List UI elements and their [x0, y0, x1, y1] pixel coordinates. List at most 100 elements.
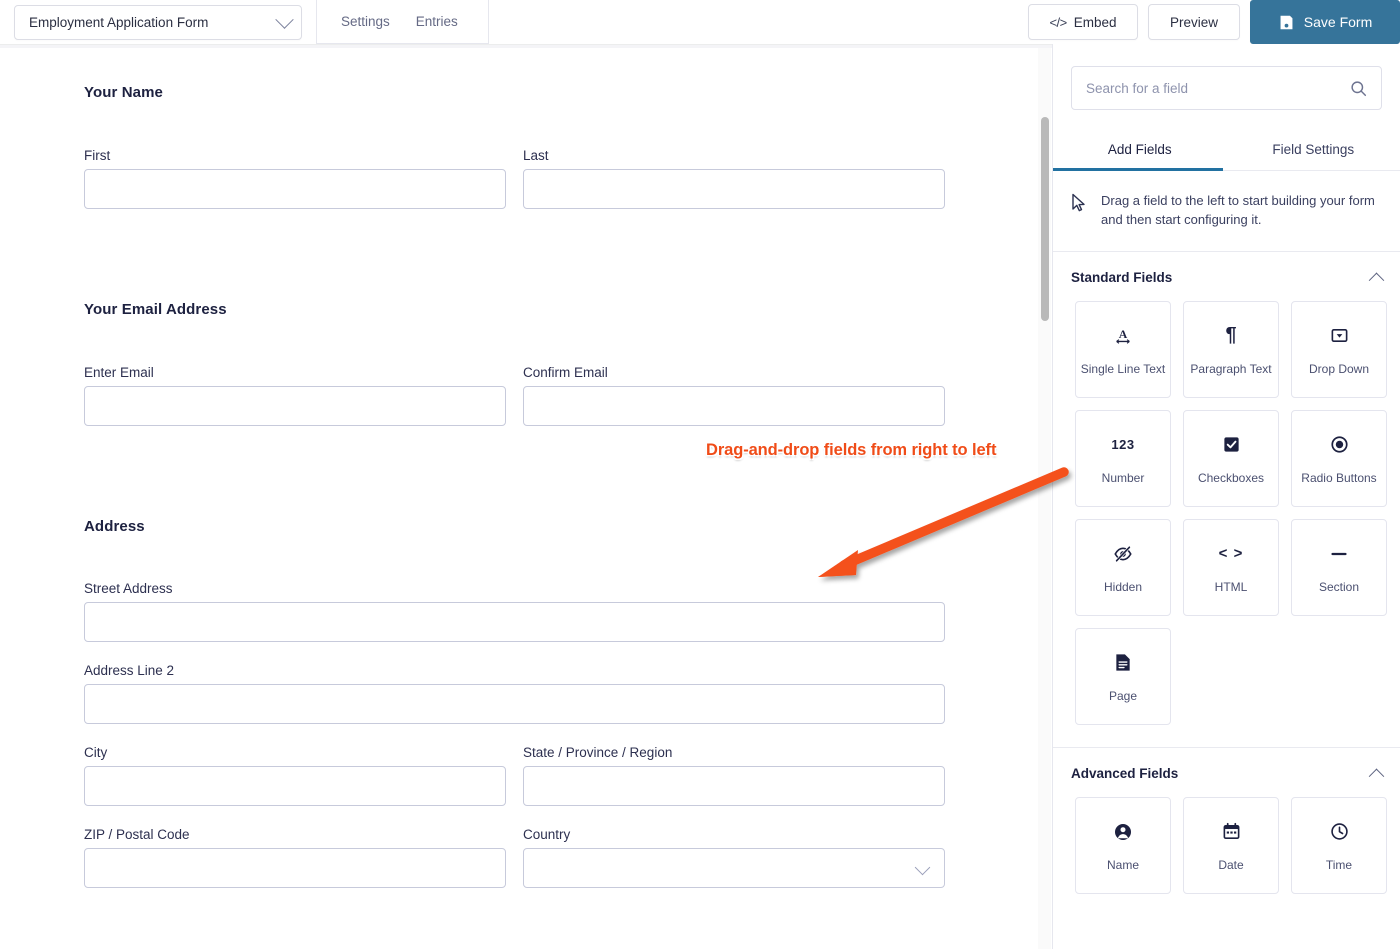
- field-card-time[interactable]: Time: [1291, 797, 1387, 894]
- first-name-input[interactable]: [84, 169, 506, 209]
- field-card-single-line-text[interactable]: A Single Line Text: [1075, 301, 1171, 398]
- active-tab-underline: [1053, 168, 1223, 171]
- zip-postal-code-input[interactable]: [84, 848, 506, 888]
- save-form-button[interactable]: Save Form: [1250, 0, 1400, 44]
- country-select[interactable]: [523, 848, 945, 888]
- header-actions: </> Embed Preview Save Form: [1028, 0, 1400, 44]
- standard-fields-grid: A Single Line Text ¶ Paragraph Text Drop…: [1053, 301, 1400, 725]
- field-panel: Add Fields Field Settings Drag a field t…: [1052, 44, 1400, 949]
- confirm-email-input[interactable]: [523, 386, 945, 426]
- field-card-name[interactable]: Name: [1075, 797, 1171, 894]
- horizontal-rule-icon: [1329, 542, 1349, 566]
- radio-selected-icon: [1330, 433, 1349, 457]
- header-spacer: [489, 0, 1028, 44]
- field-card-radio-buttons[interactable]: Radio Buttons: [1291, 410, 1387, 507]
- field-label: ZIP / Postal Code: [84, 827, 190, 842]
- field-label: Last: [523, 148, 549, 163]
- field-card-label: Number: [1101, 470, 1145, 485]
- section-title: Your Email Address: [84, 301, 227, 318]
- field-label: Enter Email: [84, 365, 154, 380]
- chevron-down-icon: [275, 9, 294, 29]
- field-enter-email: Enter Email: [84, 365, 506, 426]
- eye-slash-icon: [1113, 542, 1133, 566]
- chevron-up-icon[interactable]: [1368, 272, 1385, 289]
- svg-text:A: A: [1119, 326, 1128, 340]
- clock-icon: [1330, 820, 1349, 844]
- embed-button-label: Embed: [1073, 14, 1117, 30]
- field-card-label: Date: [1218, 857, 1244, 872]
- street-address-input[interactable]: [84, 602, 945, 642]
- field-card-html[interactable]: < > HTML: [1183, 519, 1279, 616]
- numeric-123-icon: 123: [1111, 437, 1135, 452]
- field-card-hidden[interactable]: Hidden: [1075, 519, 1171, 616]
- enter-email-input[interactable]: [84, 386, 506, 426]
- field-label: City: [84, 745, 108, 760]
- field-row: City State / Province / Region: [84, 745, 946, 806]
- preview-button[interactable]: Preview: [1148, 4, 1240, 40]
- field-card-paragraph-text[interactable]: ¶ Paragraph Text: [1183, 301, 1279, 398]
- field-card-page[interactable]: Page: [1075, 628, 1171, 725]
- field-card-label: Hidden: [1103, 579, 1143, 594]
- checkbox-checked-icon: [1222, 433, 1241, 457]
- search-input[interactable]: [1086, 80, 1334, 96]
- field-card-checkboxes[interactable]: Checkboxes: [1183, 410, 1279, 507]
- field-state-province-region: State / Province / Region: [523, 745, 945, 806]
- form-selector-dropdown[interactable]: Employment Application Form: [14, 4, 302, 40]
- field-card-label: Checkboxes: [1197, 470, 1265, 485]
- field-row: ZIP / Postal Code Country: [84, 827, 946, 888]
- nav-item-settings[interactable]: Settings: [341, 14, 390, 29]
- search-box[interactable]: [1071, 66, 1382, 110]
- field-card-label: Drop Down: [1308, 361, 1370, 376]
- field-street-address: Street Address: [84, 581, 945, 642]
- section-title: Your Name: [84, 84, 163, 101]
- field-card-date[interactable]: Date: [1183, 797, 1279, 894]
- city-input[interactable]: [84, 766, 506, 806]
- chevron-up-icon[interactable]: [1368, 768, 1385, 785]
- form-section-your-email-address: Your Email Address Enter Email Confirm E…: [84, 301, 946, 426]
- floppy-disk-icon: [1280, 15, 1293, 29]
- nav-item-entries[interactable]: Entries: [416, 14, 458, 29]
- field-last: Last: [523, 148, 945, 209]
- address-line-2-input[interactable]: [84, 684, 945, 724]
- field-country: Country: [523, 827, 945, 888]
- form-section-your-name: Your Name First Last: [84, 84, 946, 209]
- field-card-number[interactable]: 123 Number: [1075, 410, 1171, 507]
- field-first: First: [84, 148, 506, 209]
- form-selector-value: Employment Application Form: [29, 14, 209, 30]
- field-card-section[interactable]: Section: [1291, 519, 1387, 616]
- panel-tabs: Add Fields Field Settings: [1053, 132, 1400, 171]
- field-card-label: Paragraph Text: [1190, 361, 1272, 376]
- group-title: Advanced Fields: [1071, 766, 1179, 781]
- group-header-standard-fields[interactable]: Standard Fields: [1053, 252, 1400, 301]
- document-page-icon: [1114, 651, 1132, 675]
- tab-add-fields[interactable]: Add Fields: [1053, 132, 1227, 170]
- canvas-scrollbar-thumb[interactable]: [1041, 117, 1049, 321]
- chevron-down-icon: [914, 859, 931, 876]
- header-nav: Settings Entries: [316, 0, 489, 44]
- last-name-input[interactable]: [523, 169, 945, 209]
- header-left-region: Employment Application Form: [0, 0, 316, 44]
- field-card-label: HTML: [1214, 579, 1248, 594]
- save-form-label: Save Form: [1303, 14, 1373, 30]
- tab-field-settings[interactable]: Field Settings: [1227, 132, 1400, 170]
- field-label: Confirm Email: [523, 365, 608, 380]
- field-card-label: Single Line Text: [1080, 361, 1166, 376]
- preview-button-label: Preview: [1169, 14, 1218, 30]
- field-city: City: [84, 745, 506, 806]
- search-icon[interactable]: [1350, 80, 1367, 97]
- form-canvas: Your Name First Last Your Email Address …: [0, 48, 1052, 949]
- field-confirm-email: Confirm Email: [523, 365, 945, 426]
- user-circle-icon: [1113, 820, 1133, 844]
- section-title: Address: [84, 518, 145, 535]
- embed-button[interactable]: </> Embed: [1028, 4, 1138, 40]
- group-header-advanced-fields[interactable]: Advanced Fields: [1053, 748, 1400, 797]
- annotation-text: Drag-and-drop fields from right to left: [706, 441, 997, 459]
- search-region: [1053, 44, 1400, 110]
- field-label: Address Line 2: [84, 663, 175, 678]
- advanced-fields-grid: Name Date Time: [1053, 797, 1400, 894]
- pilcrow-icon: ¶: [1225, 324, 1237, 346]
- state-province-region-input[interactable]: [523, 766, 945, 806]
- field-card-drop-down[interactable]: Drop Down: [1291, 301, 1387, 398]
- underlined-a-icon: A: [1113, 324, 1133, 348]
- field-card-label: Page: [1108, 688, 1138, 703]
